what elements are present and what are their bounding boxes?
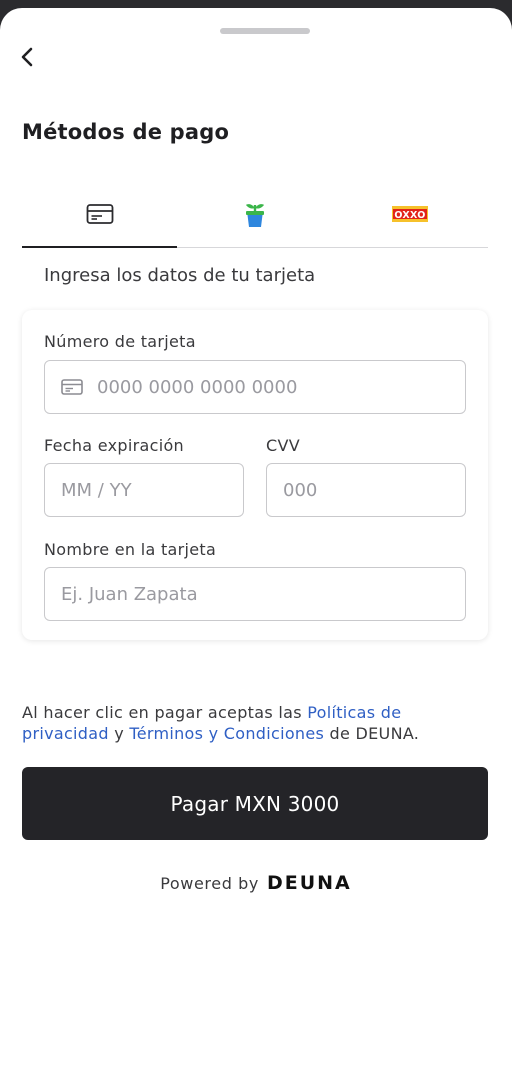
deuna-logo: DEUNA [266, 872, 352, 894]
back-button[interactable] [14, 44, 40, 70]
cardholder-placeholder: Ej. Juan Zapata [61, 583, 198, 605]
tab-oxxo[interactable]: OXXO [333, 186, 488, 242]
cardholder-field[interactable]: Ej. Juan Zapata [44, 567, 466, 621]
sheet-grabber-handle[interactable] [220, 28, 310, 34]
legal-middle: y [108, 724, 130, 743]
card-form: Número de tarjeta 0000 0000 0000 0000 Fe… [22, 310, 488, 640]
card-number-placeholder: 0000 0000 0000 0000 [97, 376, 298, 398]
credit-card-icon [61, 379, 83, 395]
oxxo-logo-icon: OXXO [392, 206, 429, 222]
expiry-placeholder: MM / YY [61, 479, 132, 501]
cardholder-label: Nombre en la tarjeta [44, 540, 217, 559]
terms-link[interactable]: Términos y Condiciones [129, 724, 324, 743]
expiry-label: Fecha expiración [44, 436, 184, 455]
plant-pot-icon [245, 204, 264, 227]
page-title: Métodos de pago [22, 120, 230, 144]
expiry-field[interactable]: MM / YY [44, 463, 244, 517]
payment-method-tabs: OXXO [22, 186, 488, 248]
chevron-left-icon [21, 47, 33, 67]
legal-prefix: Al hacer clic en pagar aceptas las [22, 703, 308, 722]
legal-notice: Al hacer clic en pagar aceptas las Polít… [22, 702, 492, 744]
pay-button[interactable]: Pagar MXN 3000 [22, 767, 488, 840]
powered-by-text: Powered by [160, 873, 259, 893]
cvv-label: CVV [266, 436, 300, 455]
cvv-placeholder: 000 [283, 479, 318, 501]
legal-suffix: de DEUNA. [324, 724, 420, 743]
form-subtitle: Ingresa los datos de tu tarjeta [44, 265, 316, 286]
tab-cash-deposit[interactable] [177, 186, 332, 242]
tab-card[interactable] [22, 186, 178, 248]
card-number-field[interactable]: 0000 0000 0000 0000 [44, 360, 466, 414]
powered-by-footer: Powered by DEUNA [0, 872, 512, 894]
credit-card-icon [86, 204, 114, 224]
svg-text:OXXO: OXXO [395, 210, 426, 221]
card-number-label: Número de tarjeta [44, 332, 196, 351]
cvv-field[interactable]: 000 [266, 463, 466, 517]
